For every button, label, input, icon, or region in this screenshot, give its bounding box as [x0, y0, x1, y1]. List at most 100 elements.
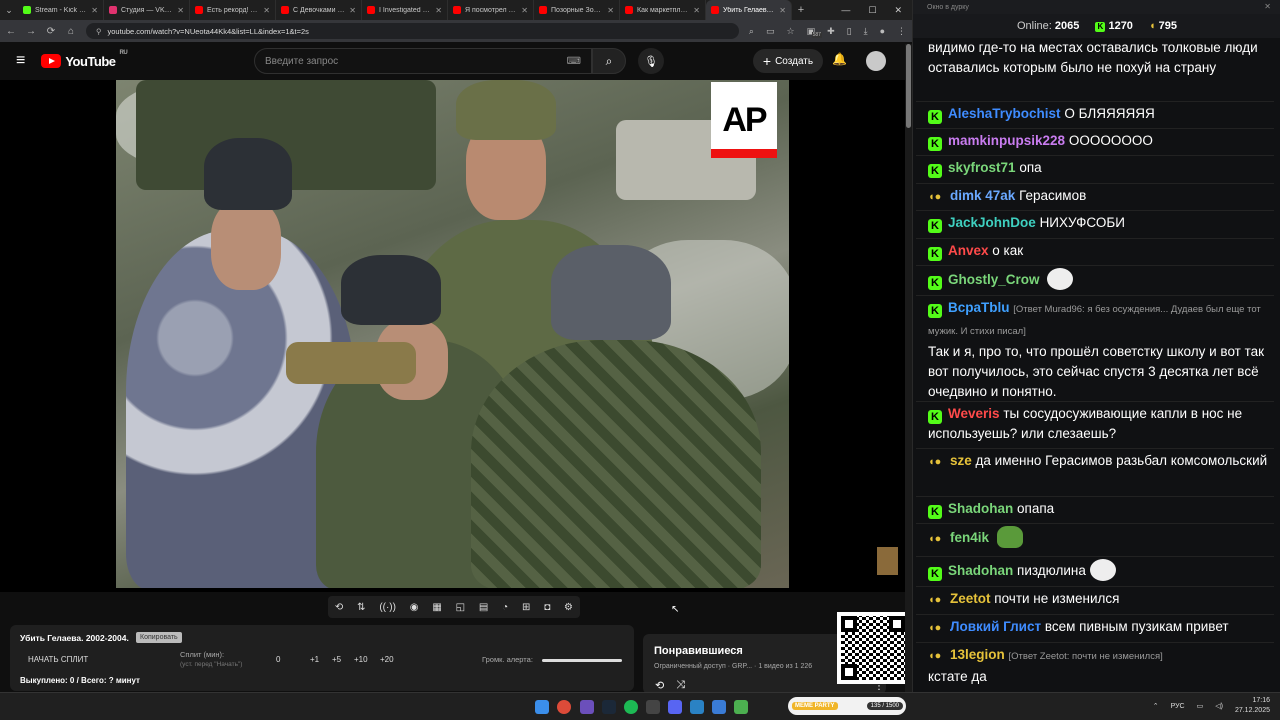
- loop-icon[interactable]: ⟲: [335, 602, 343, 613]
- app-icon[interactable]: [580, 700, 594, 714]
- browser-tab[interactable]: Есть рекорд! Пере...✕: [190, 0, 276, 20]
- maximize-icon[interactable]: ☐: [868, 5, 876, 16]
- increment-button-5[interactable]: +5: [332, 655, 341, 664]
- browser-tab[interactable]: I Investigated Mine... ✕: [362, 0, 448, 20]
- video-frame[interactable]: AP: [116, 80, 789, 588]
- app-icon[interactable]: [646, 700, 660, 714]
- channel-watermark[interactable]: [877, 547, 898, 575]
- keyboard-icon[interactable]: ⌨: [567, 56, 581, 67]
- chat-username[interactable]: Ghostly_Crow: [948, 272, 1040, 287]
- chat-username[interactable]: dimk 47ak: [950, 188, 1015, 203]
- back-icon[interactable]: ←: [6, 26, 16, 37]
- playlist-more-icon[interactable]: ⋮: [874, 681, 884, 692]
- tray-chevron-icon[interactable]: ⌃: [1153, 702, 1159, 710]
- steam-icon[interactable]: [602, 700, 616, 714]
- language-indicator[interactable]: РУС: [1171, 703, 1185, 710]
- new-tab-button[interactable]: +: [792, 4, 810, 16]
- add-icon[interactable]: ⊞: [522, 602, 530, 613]
- chat-username[interactable]: Ловкий Глист: [950, 619, 1041, 634]
- chat-username[interactable]: Shadohan: [948, 563, 1013, 578]
- spotify-icon[interactable]: [624, 700, 638, 714]
- cast-icon[interactable]: ▭: [766, 26, 775, 37]
- chat-username[interactable]: Weveris: [948, 406, 1000, 421]
- tab-close-icon[interactable]: ✕: [435, 6, 442, 15]
- chat-username[interactable]: Anvex: [948, 243, 989, 258]
- sidebar-icon[interactable]: ▯: [847, 26, 852, 37]
- reload-icon[interactable]: ⟳: [46, 26, 56, 37]
- forward-icon[interactable]: →: [26, 26, 36, 37]
- tab-search-icon[interactable]: ⌄: [0, 0, 18, 20]
- site-info-icon[interactable]: ⚲: [96, 27, 102, 36]
- copy-button[interactable]: Копировать: [136, 632, 182, 643]
- chat-username[interactable]: skyfrost71: [948, 160, 1016, 175]
- screenshot-icon[interactable]: ◘: [544, 602, 550, 613]
- zoom-icon[interactable]: ⌕: [749, 26, 754, 37]
- app-icon[interactable]: [734, 700, 748, 714]
- chat-username[interactable]: Shadohan: [948, 501, 1013, 516]
- chat-username[interactable]: fen4ik: [950, 530, 989, 545]
- search-input[interactable]: Введите запрос ⌨: [254, 48, 592, 74]
- chat-username[interactable]: mamkinpupsik228: [948, 133, 1065, 148]
- home-icon[interactable]: ⌂: [66, 26, 76, 37]
- volume-icon[interactable]: ◁): [1215, 702, 1223, 710]
- tab-close-icon[interactable]: ✕: [349, 6, 356, 15]
- extension-icon[interactable]: ▣ 587: [807, 26, 822, 38]
- chat-username[interactable]: BcpaTblu: [948, 300, 1010, 315]
- increment-button-10[interactable]: +10: [354, 655, 368, 664]
- browser-tab[interactable]: С Девочками Бол... ✕: [276, 0, 362, 20]
- tab-close-icon[interactable]: ✕: [177, 6, 184, 15]
- eye-icon[interactable]: ◉: [410, 602, 419, 613]
- network-icon[interactable]: ▭: [1197, 702, 1204, 710]
- browser-tab[interactable]: Убить Гелаева... ✕: [706, 0, 792, 20]
- loop-playlist-icon[interactable]: ⟲: [655, 679, 664, 692]
- chat-username[interactable]: 13legion: [950, 647, 1005, 662]
- chat-username[interactable]: sze: [950, 453, 972, 468]
- profile-icon[interactable]: ●: [880, 26, 885, 36]
- youtube-logo[interactable]: YouTube RU: [41, 50, 128, 69]
- chat-username[interactable]: AleshaTrybochist: [948, 106, 1061, 121]
- close-window-icon[interactable]: ✕: [894, 5, 902, 16]
- shuffle-icon[interactable]: ⤨: [676, 679, 685, 692]
- page-scrollbar[interactable]: [905, 44, 912, 692]
- filmstrip-icon[interactable]: ▤: [479, 602, 488, 613]
- chat-username[interactable]: Zeetot: [950, 591, 991, 606]
- browser-menu-icon[interactable]: ⋮: [897, 26, 906, 37]
- audio-icon[interactable]: ((·)): [379, 602, 396, 613]
- clock[interactable]: 17:16 27.12.2025: [1235, 696, 1270, 716]
- chat-close-icon[interactable]: ✕: [1264, 2, 1271, 11]
- settings-gear-icon[interactable]: ⚙: [564, 602, 573, 613]
- browser-tab[interactable]: Stream - Kick Dash✕: [18, 0, 104, 20]
- increment-button-1[interactable]: +1: [310, 655, 319, 664]
- scrollbar-thumb[interactable]: [906, 44, 911, 128]
- chat-username[interactable]: JackJohnDoe: [948, 215, 1036, 230]
- start-icon[interactable]: [535, 700, 549, 714]
- resize-icon[interactable]: ◱: [456, 602, 465, 613]
- tab-close-icon[interactable]: ✕: [521, 6, 528, 15]
- sort-icon[interactable]: ⇅: [357, 602, 365, 613]
- minimize-icon[interactable]: —: [841, 5, 850, 16]
- split-minutes-value[interactable]: 0: [276, 655, 280, 664]
- browser-tab[interactable]: Позорные Зоозащ... ✕: [534, 0, 620, 20]
- menu-icon[interactable]: ≡: [16, 52, 25, 70]
- tab-close-icon[interactable]: ✕: [91, 6, 98, 15]
- playlist-title[interactable]: Понравившиеся: [654, 645, 743, 657]
- browser-tab[interactable]: Я посмотрел все г... ✕: [448, 0, 534, 20]
- voice-search-button[interactable]: 🎙: [638, 48, 664, 74]
- notifications-bell-icon[interactable]: 🔔: [832, 52, 847, 66]
- speed-icon[interactable]: ◔: [502, 602, 508, 613]
- download-icon[interactable]: ⤓: [864, 26, 868, 37]
- film-icon[interactable]: ▦: [432, 602, 441, 613]
- tab-close-icon[interactable]: ✕: [607, 6, 614, 15]
- meme-party-widget[interactable]: MEME PARTY 135 / 1500: [788, 697, 906, 715]
- app-icon[interactable]: [712, 700, 726, 714]
- search-button[interactable]: ⌕: [592, 48, 626, 74]
- url-field[interactable]: ⚲ youtube.com/watch?v=NUeota44Kk4&list=L…: [86, 23, 739, 39]
- browser-tab[interactable]: Студия — VK Видео ✕: [104, 0, 190, 20]
- discord-icon[interactable]: [668, 700, 682, 714]
- create-button[interactable]: + Создать: [753, 49, 823, 73]
- avatar[interactable]: [866, 51, 886, 71]
- app-icon[interactable]: [690, 700, 704, 714]
- increment-button-20[interactable]: +20: [380, 655, 394, 664]
- alert-volume-slider[interactable]: [542, 659, 622, 662]
- start-split-button[interactable]: НАЧАТЬ СПЛИТ: [28, 655, 88, 664]
